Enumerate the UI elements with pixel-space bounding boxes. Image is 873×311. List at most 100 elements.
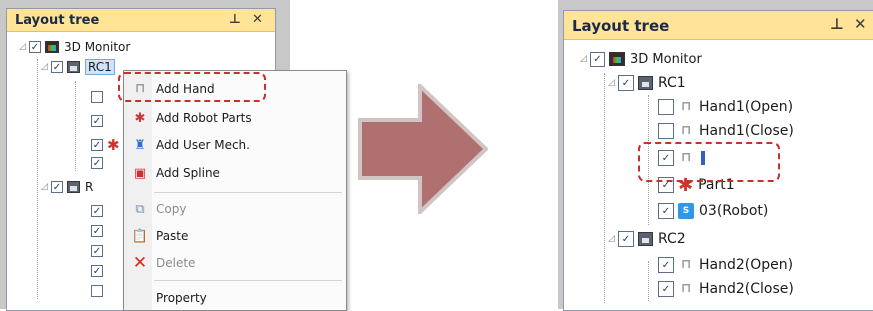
- checkbox[interactable]: ✓: [618, 75, 634, 91]
- tree-node-child[interactable]: ✓: [91, 221, 107, 241]
- tree-node-child[interactable]: ✓: [91, 201, 107, 221]
- collapse-arrow-icon[interactable]: ◿: [41, 182, 51, 192]
- checkbox[interactable]: ✓: [51, 61, 63, 73]
- menu-item-label: Property: [156, 291, 207, 305]
- paste-icon: 📋: [131, 228, 149, 244]
- menu-item-label: Copy: [156, 202, 187, 216]
- menu-separator: [154, 280, 342, 281]
- delete-icon: ✕: [132, 253, 148, 273]
- tree-node-hand-checked[interactable]: ✓: [91, 111, 107, 131]
- tree-node-rc1[interactable]: ◿ ✓ RC1: [608, 73, 686, 93]
- checkbox[interactable]: [91, 285, 103, 297]
- tree-node-parts[interactable]: ✓ ✱: [91, 135, 125, 155]
- checkbox[interactable]: ✓: [29, 41, 41, 53]
- left-panel-header: Layout tree ⊥ ✕: [7, 9, 275, 32]
- hand-icon: ⊓: [680, 281, 692, 296]
- hand-icon: ⊓: [680, 257, 692, 272]
- checkbox[interactable]: [91, 91, 103, 103]
- right-panel-header: Layout tree ⊥ ✕: [564, 11, 873, 40]
- menu-item-property[interactable]: Property: [124, 286, 346, 310]
- checkbox[interactable]: ✓: [91, 157, 103, 169]
- controller-icon: [638, 76, 653, 90]
- checkbox[interactable]: ✓: [91, 245, 103, 257]
- tree-node-rc1[interactable]: ◿ ✓ RC1: [41, 57, 115, 77]
- checkbox[interactable]: [658, 99, 674, 115]
- tree-node-label: RC1: [658, 75, 686, 91]
- arrow-right-icon: [358, 84, 488, 214]
- tree-node-robot[interactable]: ✓: [91, 153, 107, 173]
- checkbox[interactable]: ✓: [91, 139, 103, 151]
- tree-node-rc2[interactable]: ◿ ✓ R: [41, 177, 93, 197]
- hand-icon: ⊓: [680, 123, 692, 138]
- controller-icon: [67, 61, 80, 73]
- tree-node-label: R: [85, 180, 94, 194]
- tree-node-3d-monitor[interactable]: ◿ ✓ 3D Monitor: [580, 49, 702, 69]
- spline-icon: ▣: [133, 165, 147, 181]
- right-tree-line: [604, 73, 605, 303]
- tree-node-label: Hand1(Close): [699, 123, 794, 139]
- user-mech-icon: ♜: [134, 137, 146, 153]
- menu-item-add-user-mech[interactable]: ♜ Add User Mech.: [124, 133, 346, 157]
- tree-node-hand1-close[interactable]: ⊓ Hand1(Close): [658, 121, 794, 141]
- checkbox[interactable]: ✓: [658, 257, 674, 273]
- tree-node-hand2-open[interactable]: ✓ ⊓ Hand2(Open): [658, 255, 793, 275]
- collapse-arrow-icon[interactable]: ◿: [608, 78, 618, 88]
- tree-node-robot[interactable]: ✓ S 03(Robot): [658, 201, 768, 221]
- pin-icon[interactable]: ⊥: [830, 15, 844, 33]
- collapse-arrow-icon[interactable]: ◿: [19, 42, 29, 52]
- menu-separator: [154, 192, 342, 193]
- tree-node-label: Hand2(Close): [699, 281, 794, 297]
- hand-icon: ⊓: [680, 99, 692, 114]
- tree-node-label: Hand1(Open): [699, 99, 794, 115]
- tree-node-hand-unchecked[interactable]: [91, 87, 107, 107]
- tree-node-3d-monitor[interactable]: ◿ ✓ 3D Monitor: [19, 37, 130, 57]
- checkbox[interactable]: ✓: [91, 225, 103, 237]
- new-hand-highlight: [638, 142, 780, 182]
- checkbox[interactable]: ✓: [618, 231, 634, 247]
- tree-node-hand2-close[interactable]: ✓ ⊓ Hand2(Close): [658, 279, 794, 299]
- tree-node-child[interactable]: ✓: [91, 261, 107, 281]
- menu-item-paste[interactable]: 📋 Paste: [124, 224, 346, 248]
- menu-item-add-robot-parts[interactable]: ✱ Add Robot Parts: [124, 106, 346, 130]
- left-tree-line: [37, 59, 38, 299]
- menu-item-label: Paste: [156, 229, 189, 243]
- monitor-icon: [45, 41, 59, 53]
- tree-node-label: Hand2(Open): [699, 257, 794, 273]
- menu-item-label: Add User Mech.: [156, 138, 250, 152]
- close-icon[interactable]: ✕: [854, 15, 867, 33]
- tree-node-child[interactable]: ✓: [91, 241, 107, 261]
- tree-node-label: RC1: [85, 59, 115, 75]
- menu-item-copy[interactable]: ⧉ Copy: [124, 197, 346, 221]
- tree-node-hand1-open[interactable]: ⊓ Hand1(Open): [658, 97, 793, 117]
- checkbox[interactable]: ✓: [590, 51, 605, 67]
- menu-item-add-spline[interactable]: ▣ Add Spline: [124, 161, 346, 185]
- collapse-arrow-icon[interactable]: ◿: [608, 234, 618, 244]
- right-tree-line: [648, 261, 649, 301]
- checkbox[interactable]: ✓: [91, 205, 103, 217]
- controller-icon: [67, 181, 80, 193]
- context-menu: ⊓ Add Hand ✱ Add Robot Parts ♜ Add User …: [123, 70, 347, 311]
- checkbox[interactable]: ✓: [658, 281, 674, 297]
- checkbox[interactable]: ✓: [91, 265, 103, 277]
- checkbox[interactable]: [658, 123, 674, 139]
- right-panel-title: Layout tree: [572, 17, 670, 35]
- checkbox[interactable]: ✓: [91, 115, 103, 127]
- pin-icon[interactable]: ⊥: [229, 12, 241, 27]
- close-icon[interactable]: ✕: [252, 12, 263, 27]
- collapse-arrow-icon[interactable]: ◿: [580, 54, 590, 64]
- parts-icon: ✱: [134, 110, 146, 126]
- tree-node-label: 03(Robot): [699, 203, 769, 219]
- menu-item-label: Delete: [156, 256, 196, 270]
- robot-icon: S: [678, 203, 694, 219]
- left-panel-title: Layout tree: [15, 13, 100, 28]
- left-tree-line: [75, 81, 76, 171]
- checkbox[interactable]: ✓: [51, 181, 63, 193]
- collapse-arrow-icon[interactable]: ◿: [41, 62, 51, 72]
- menu-item-label: Add Spline: [156, 166, 220, 180]
- checkbox[interactable]: ✓: [658, 203, 674, 219]
- tree-node-label: 3D Monitor: [630, 51, 702, 67]
- tree-node-child[interactable]: [91, 281, 107, 301]
- add-hand-highlight: [118, 72, 266, 102]
- menu-item-delete[interactable]: ✕ Delete: [124, 251, 346, 275]
- tree-node-rc2[interactable]: ◿ ✓ RC2: [608, 229, 686, 249]
